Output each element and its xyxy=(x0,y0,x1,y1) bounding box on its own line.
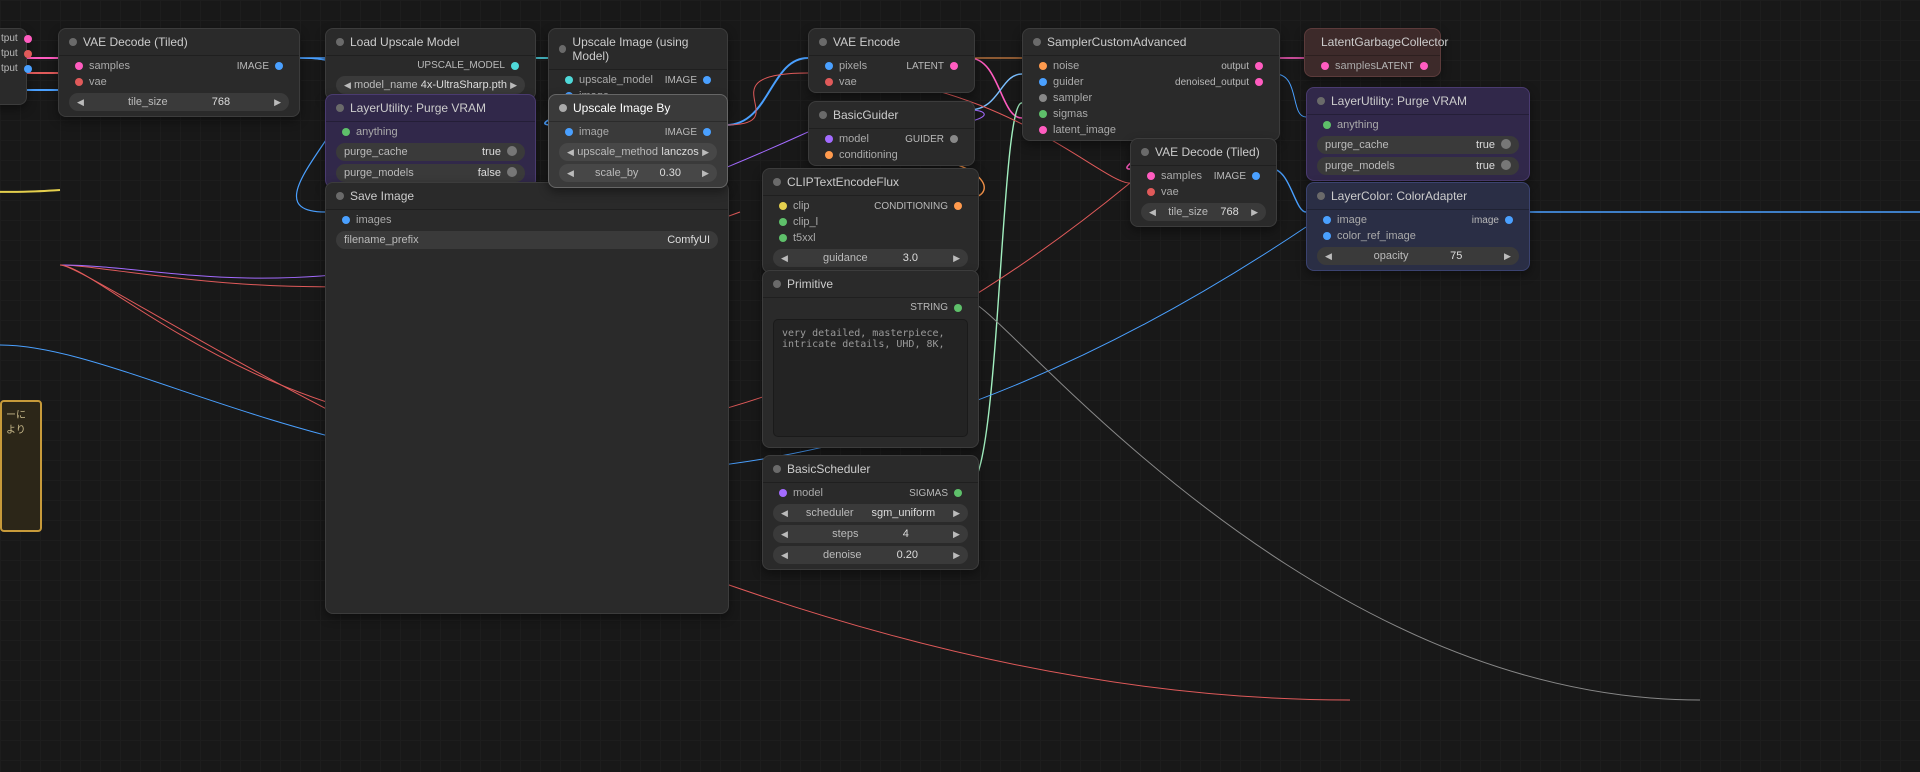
output-image: IMAGE xyxy=(237,61,269,72)
node-title: BasicGuider xyxy=(833,108,898,122)
output-sigmas: SIGMAS xyxy=(909,488,948,499)
note-box: ーに より xyxy=(0,400,42,532)
node-title: Upscale Image (using Model) xyxy=(572,35,717,63)
widget-filename-prefix[interactable]: filename_prefixComfyUI xyxy=(336,231,718,249)
input-vae: vae xyxy=(839,76,857,88)
input-conditioning: conditioning xyxy=(839,149,898,161)
node-primitive[interactable]: Primitive STRING very detailed, masterpi… xyxy=(762,270,979,448)
input-noise: noise xyxy=(1053,60,1079,72)
output-image: IMAGE xyxy=(665,75,697,86)
output-image: image xyxy=(1472,215,1499,226)
input-images: images xyxy=(356,214,391,226)
node-title: SamplerCustomAdvanced xyxy=(1047,35,1186,49)
output-conditioning: CONDITIONING xyxy=(874,201,948,212)
input-latent-image: latent_image xyxy=(1053,124,1116,136)
node-title: VAE Encode xyxy=(833,35,900,49)
node-title: LayerColor: ColorAdapter xyxy=(1331,189,1467,203)
output-image: IMAGE xyxy=(665,127,697,138)
node-title: Primitive xyxy=(787,277,833,291)
widget-denoise[interactable]: ◀denoise0.20▶ xyxy=(773,546,968,564)
input-clip-l: clip_l xyxy=(793,216,818,228)
output-label: tput xyxy=(1,33,18,44)
widget-scheduler[interactable]: ◀schedulersgm_uniform▶ xyxy=(773,504,968,522)
node-title: VAE Decode (Tiled) xyxy=(1155,145,1260,159)
output-denoised: denoised_output xyxy=(1175,77,1249,88)
node-vae-decode-tiled-2[interactable]: VAE Decode (Tiled) samples IMAGE vae ◀til… xyxy=(1130,138,1277,227)
input-anything: anything xyxy=(1337,119,1379,131)
node-basic-scheduler[interactable]: BasicScheduler model SIGMAS ◀schedulersgm… xyxy=(762,455,979,570)
input-samples: samples xyxy=(1161,170,1202,182)
input-pixels: pixels xyxy=(839,60,867,72)
node-purge-vram-2[interactable]: LayerUtility: Purge VRAM anything purge_… xyxy=(1306,87,1530,181)
input-sigmas: sigmas xyxy=(1053,108,1088,120)
widget-opacity[interactable]: ◀opacity75▶ xyxy=(1317,247,1519,265)
node-purge-vram-1[interactable]: LayerUtility: Purge VRAM anything purge_… xyxy=(325,94,536,188)
input-samples: samples xyxy=(1335,60,1376,72)
widget-purge-models[interactable]: purge_modelsfalse xyxy=(336,164,525,182)
node-load-upscale-model[interactable]: Load Upscale Model UPSCALE_MODEL ◀model_… xyxy=(325,28,536,100)
input-clip: clip xyxy=(793,200,810,212)
input-color-ref-image: color_ref_image xyxy=(1337,230,1416,242)
widget-upscale-method[interactable]: ◀upscale_methodlanczos▶ xyxy=(559,143,717,161)
node-title: LayerUtility: Purge VRAM xyxy=(350,101,486,115)
node-save-image[interactable]: Save Image images filename_prefixComfyUI xyxy=(325,182,729,614)
node-title: Load Upscale Model xyxy=(350,35,459,49)
node-clip-text-encode-flux[interactable]: CLIPTextEncodeFlux clip CONDITIONING clip… xyxy=(762,168,979,273)
widget-steps[interactable]: ◀steps4▶ xyxy=(773,525,968,543)
node-latent-gc[interactable]: LatentGarbageCollector samplesLATENT xyxy=(1304,28,1441,77)
node-upscale-image-by[interactable]: Upscale Image By image IMAGE ◀upscale_met… xyxy=(548,94,728,188)
widget-purge-cache[interactable]: purge_cachetrue xyxy=(336,143,525,161)
widget-purge-cache[interactable]: purge_cachetrue xyxy=(1317,136,1519,154)
node-title: VAE Decode (Tiled) xyxy=(83,35,188,49)
node-title: LatentGarbageCollector xyxy=(1321,35,1448,49)
output-latent: LATENT xyxy=(1376,61,1414,72)
node-title: CLIPTextEncodeFlux xyxy=(787,175,899,189)
input-vae: vae xyxy=(1161,186,1179,198)
input-anything: anything xyxy=(356,126,398,138)
node-vae-encode[interactable]: VAE Encode pixels LATENT vae xyxy=(808,28,975,93)
input-model: model xyxy=(793,487,823,499)
output-output: output xyxy=(1221,61,1249,72)
node-title: Save Image xyxy=(350,189,414,203)
node-color-adapter[interactable]: LayerColor: ColorAdapter image image colo… xyxy=(1306,182,1530,271)
output-image: IMAGE xyxy=(1214,171,1246,182)
widget-purge-models[interactable]: purge_modelstrue xyxy=(1317,157,1519,175)
widget-tile-size[interactable]: ◀tile_size768▶ xyxy=(1141,203,1266,221)
node-title: BasicScheduler xyxy=(787,462,870,476)
input-guider: guider xyxy=(1053,76,1084,88)
node-sampler-custom-advanced[interactable]: SamplerCustomAdvanced noise output guider… xyxy=(1022,28,1280,141)
widget-guidance[interactable]: ◀guidance3.0▶ xyxy=(773,249,968,267)
node-vae-decode-tiled[interactable]: VAE Decode (Tiled) samples IMAGE vae ◀til… xyxy=(58,28,300,117)
input-model: model xyxy=(839,133,869,145)
node-title: LayerUtility: Purge VRAM xyxy=(1331,94,1467,108)
widget-model-name[interactable]: ◀model_name4x-UltraSharp.pth▶ xyxy=(336,76,525,94)
output-upscale-model: UPSCALE_MODEL xyxy=(417,60,505,71)
widget-tile-size[interactable]: ◀tile_size768▶ xyxy=(69,93,289,111)
input-vae: vae xyxy=(89,76,107,88)
primitive-textarea[interactable]: very detailed, masterpiece, intricate de… xyxy=(773,319,968,437)
input-image: image xyxy=(579,126,609,138)
input-t5xxl: t5xxl xyxy=(793,232,816,244)
input-samples: samples xyxy=(89,60,130,72)
node-partial-left[interactable]: tput tput tput xyxy=(0,28,27,105)
input-upscale-model: upscale_model xyxy=(579,74,653,86)
widget-scale-by[interactable]: ◀scale_by0.30▶ xyxy=(559,164,717,182)
node-basic-guider[interactable]: BasicGuider model GUIDER conditioning xyxy=(808,101,975,166)
output-string: STRING xyxy=(910,302,948,313)
input-image: image xyxy=(1337,214,1367,226)
output-label: tput xyxy=(1,48,18,59)
input-sampler: sampler xyxy=(1053,92,1092,104)
node-title: Upscale Image By xyxy=(573,101,670,115)
output-latent: LATENT xyxy=(906,61,944,72)
output-label: tput xyxy=(1,63,18,74)
output-guider: GUIDER xyxy=(905,134,944,145)
